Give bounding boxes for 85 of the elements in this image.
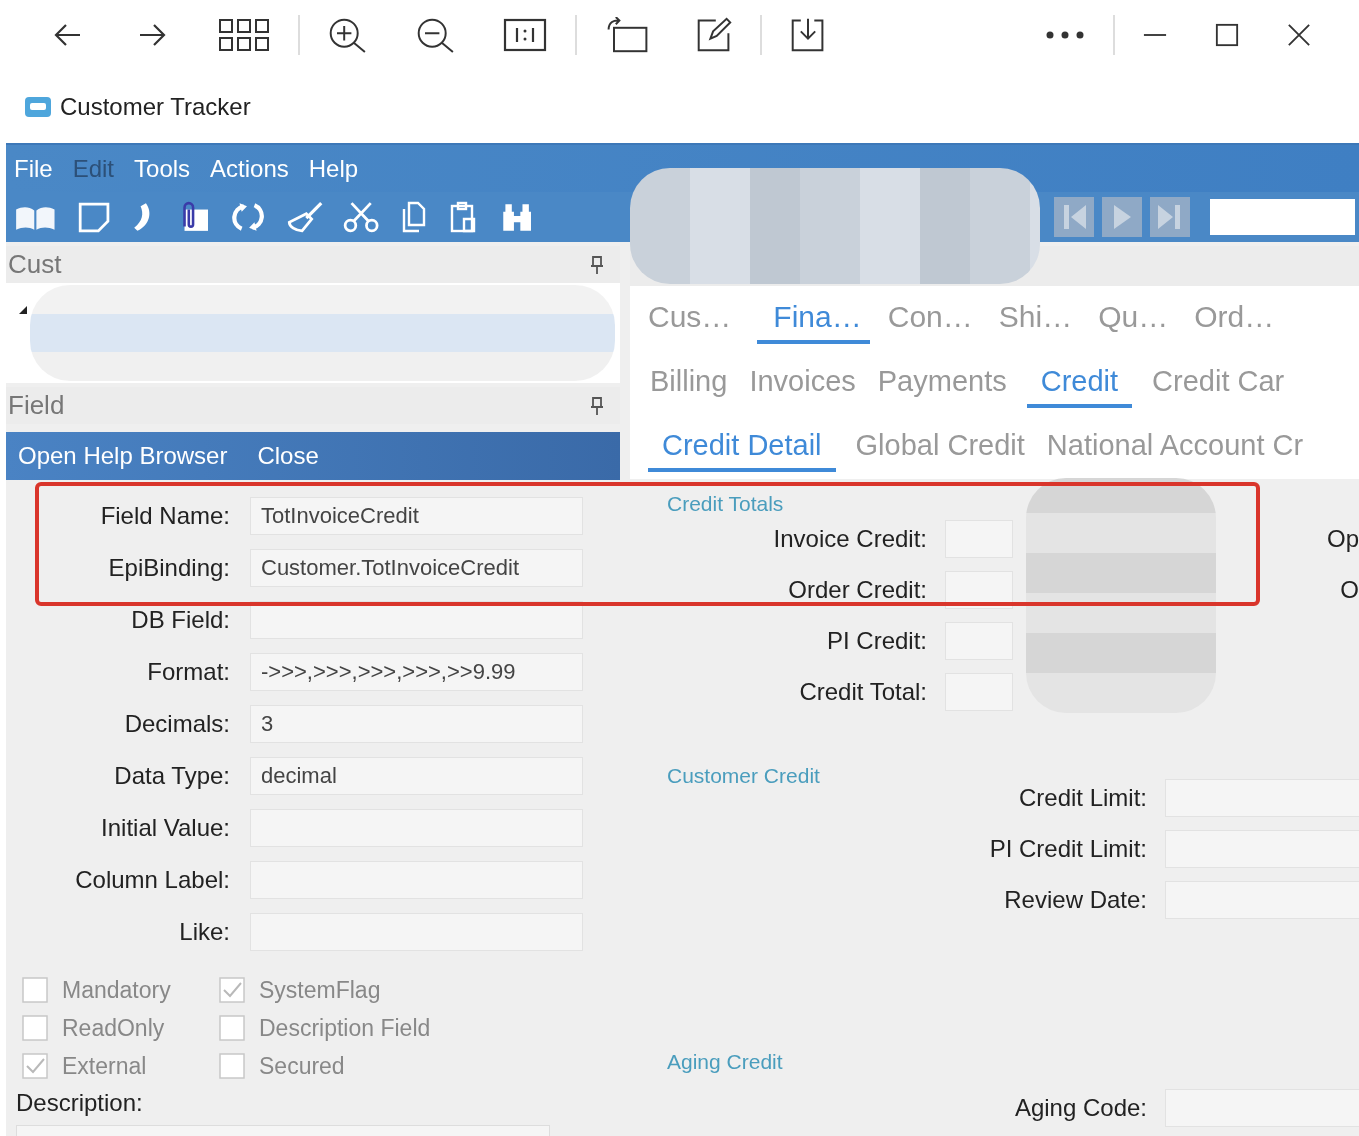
checkbox[interactable] [22, 977, 48, 1003]
panel-title: Cust [8, 249, 62, 280]
group-title: Customer Credit [667, 765, 821, 787]
input-field[interactable]: Customer.TotInvoiceCredit [250, 549, 583, 587]
checkbox-label: Mandatory [62, 976, 171, 1004]
tab[interactable]: Shi… [998, 293, 1081, 344]
input-field[interactable]: TotInvoiceCredit [250, 497, 583, 535]
help-action[interactable]: Open Help Browser [18, 442, 228, 470]
checkbox[interactable] [219, 1053, 245, 1079]
checkbox[interactable] [219, 1015, 245, 1041]
help-action[interactable]: Close [257, 442, 319, 470]
field-label: PI Credit: [825, 627, 927, 655]
tab[interactable]: Con… [887, 293, 981, 344]
tab[interactable]: Credit Car [1150, 359, 1287, 408]
checkbox-label: SystemFlag [259, 976, 381, 1004]
checkbox-label: External [62, 1052, 147, 1080]
note-icon[interactable] [76, 201, 111, 233]
scissors-icon[interactable] [343, 201, 380, 233]
menu-item[interactable]: Actions [210, 154, 289, 183]
field-label: Initial Value: [100, 814, 230, 842]
field-label: Op [1327, 525, 1359, 553]
field-value: TotInvoiceCredit [261, 503, 419, 529]
pin-icon[interactable] [590, 255, 604, 274]
panel-title: Field [8, 390, 65, 421]
field-value: 3 [261, 711, 274, 737]
field-label: Credit Limit: [1017, 784, 1147, 812]
rotate-icon[interactable] [605, 17, 649, 53]
grid-icon[interactable] [218, 17, 270, 53]
group-title: Aging Credit [667, 1051, 784, 1073]
more-icon[interactable] [1045, 30, 1085, 40]
tab[interactable]: Billing [648, 359, 730, 408]
checkbox-label: Secured [259, 1052, 345, 1080]
field-value: ->>>,>>>,>>>,>>>,>>9.99 [261, 659, 516, 685]
expand-triangle-icon[interactable] [18, 305, 28, 315]
field-label: Field Name: [99, 502, 230, 530]
field-value: Customer.TotInvoiceCredit [261, 555, 519, 581]
tab[interactable]: Ord… [1194, 293, 1283, 344]
field-label: O [1340, 576, 1359, 604]
field-label: Like: [178, 918, 230, 946]
tab[interactable]: Global Credit [853, 422, 1027, 472]
pin-icon[interactable] [590, 396, 604, 415]
maximize-icon[interactable] [1215, 23, 1239, 47]
field-label: Review Date: [1003, 886, 1147, 914]
menu-item[interactable]: Tools [134, 154, 191, 183]
field-label: EpiBinding: [107, 554, 230, 582]
field-label: Aging Code: [1013, 1094, 1147, 1122]
field-value: decimal [261, 763, 337, 789]
input-field[interactable]: decimal [250, 757, 583, 795]
menu-item[interactable]: Help [308, 154, 359, 183]
checkbox[interactable] [22, 1053, 48, 1079]
field-label: Invoice Credit: [772, 525, 927, 553]
tab[interactable]: Fina… [757, 293, 870, 344]
checkbox-label: ReadOnly [62, 1014, 165, 1042]
edit-icon[interactable] [696, 17, 733, 53]
zoom-in-icon[interactable] [328, 17, 368, 53]
tab[interactable]: Credit Detail [648, 422, 836, 472]
field-label: Description: [15, 1089, 144, 1117]
tab[interactable]: Cus… [648, 293, 740, 344]
field-label: Format: [146, 658, 230, 686]
input-field[interactable]: 3 [250, 705, 583, 743]
checkbox[interactable] [22, 1015, 48, 1041]
input-field[interactable]: ->>>,>>>,>>>,>>>,>>9.99 [250, 653, 583, 691]
tab[interactable]: National Account Cr [1044, 422, 1306, 472]
zoom-out-icon[interactable] [415, 17, 456, 53]
tab[interactable]: Credit [1026, 359, 1133, 408]
app-title: Customer Tracker [60, 92, 251, 121]
close-icon[interactable] [1287, 23, 1311, 47]
checkbox-label: Description Field [259, 1014, 431, 1042]
tab[interactable]: Qu… [1098, 293, 1177, 344]
tab[interactable]: Payments [875, 359, 1009, 408]
menu-item[interactable]: File [14, 154, 53, 183]
field-label: Credit Total: [798, 678, 927, 706]
field-label: Decimals: [123, 710, 230, 738]
field-label: Order Credit: [787, 576, 927, 604]
field-label: Column Label: [74, 866, 230, 894]
group-title: Credit Totals [667, 492, 784, 515]
checkbox[interactable] [219, 977, 245, 1003]
app-icon [24, 95, 52, 118]
tab[interactable]: Invoices [747, 359, 858, 408]
field-label: DB Field: [130, 606, 230, 634]
actual-size-icon[interactable] [503, 17, 548, 53]
refresh-icon[interactable] [230, 201, 265, 233]
field-label: PI Credit Limit: [988, 835, 1147, 863]
record-search-field[interactable] [1210, 199, 1355, 235]
field-label: Data Type: [113, 762, 230, 790]
